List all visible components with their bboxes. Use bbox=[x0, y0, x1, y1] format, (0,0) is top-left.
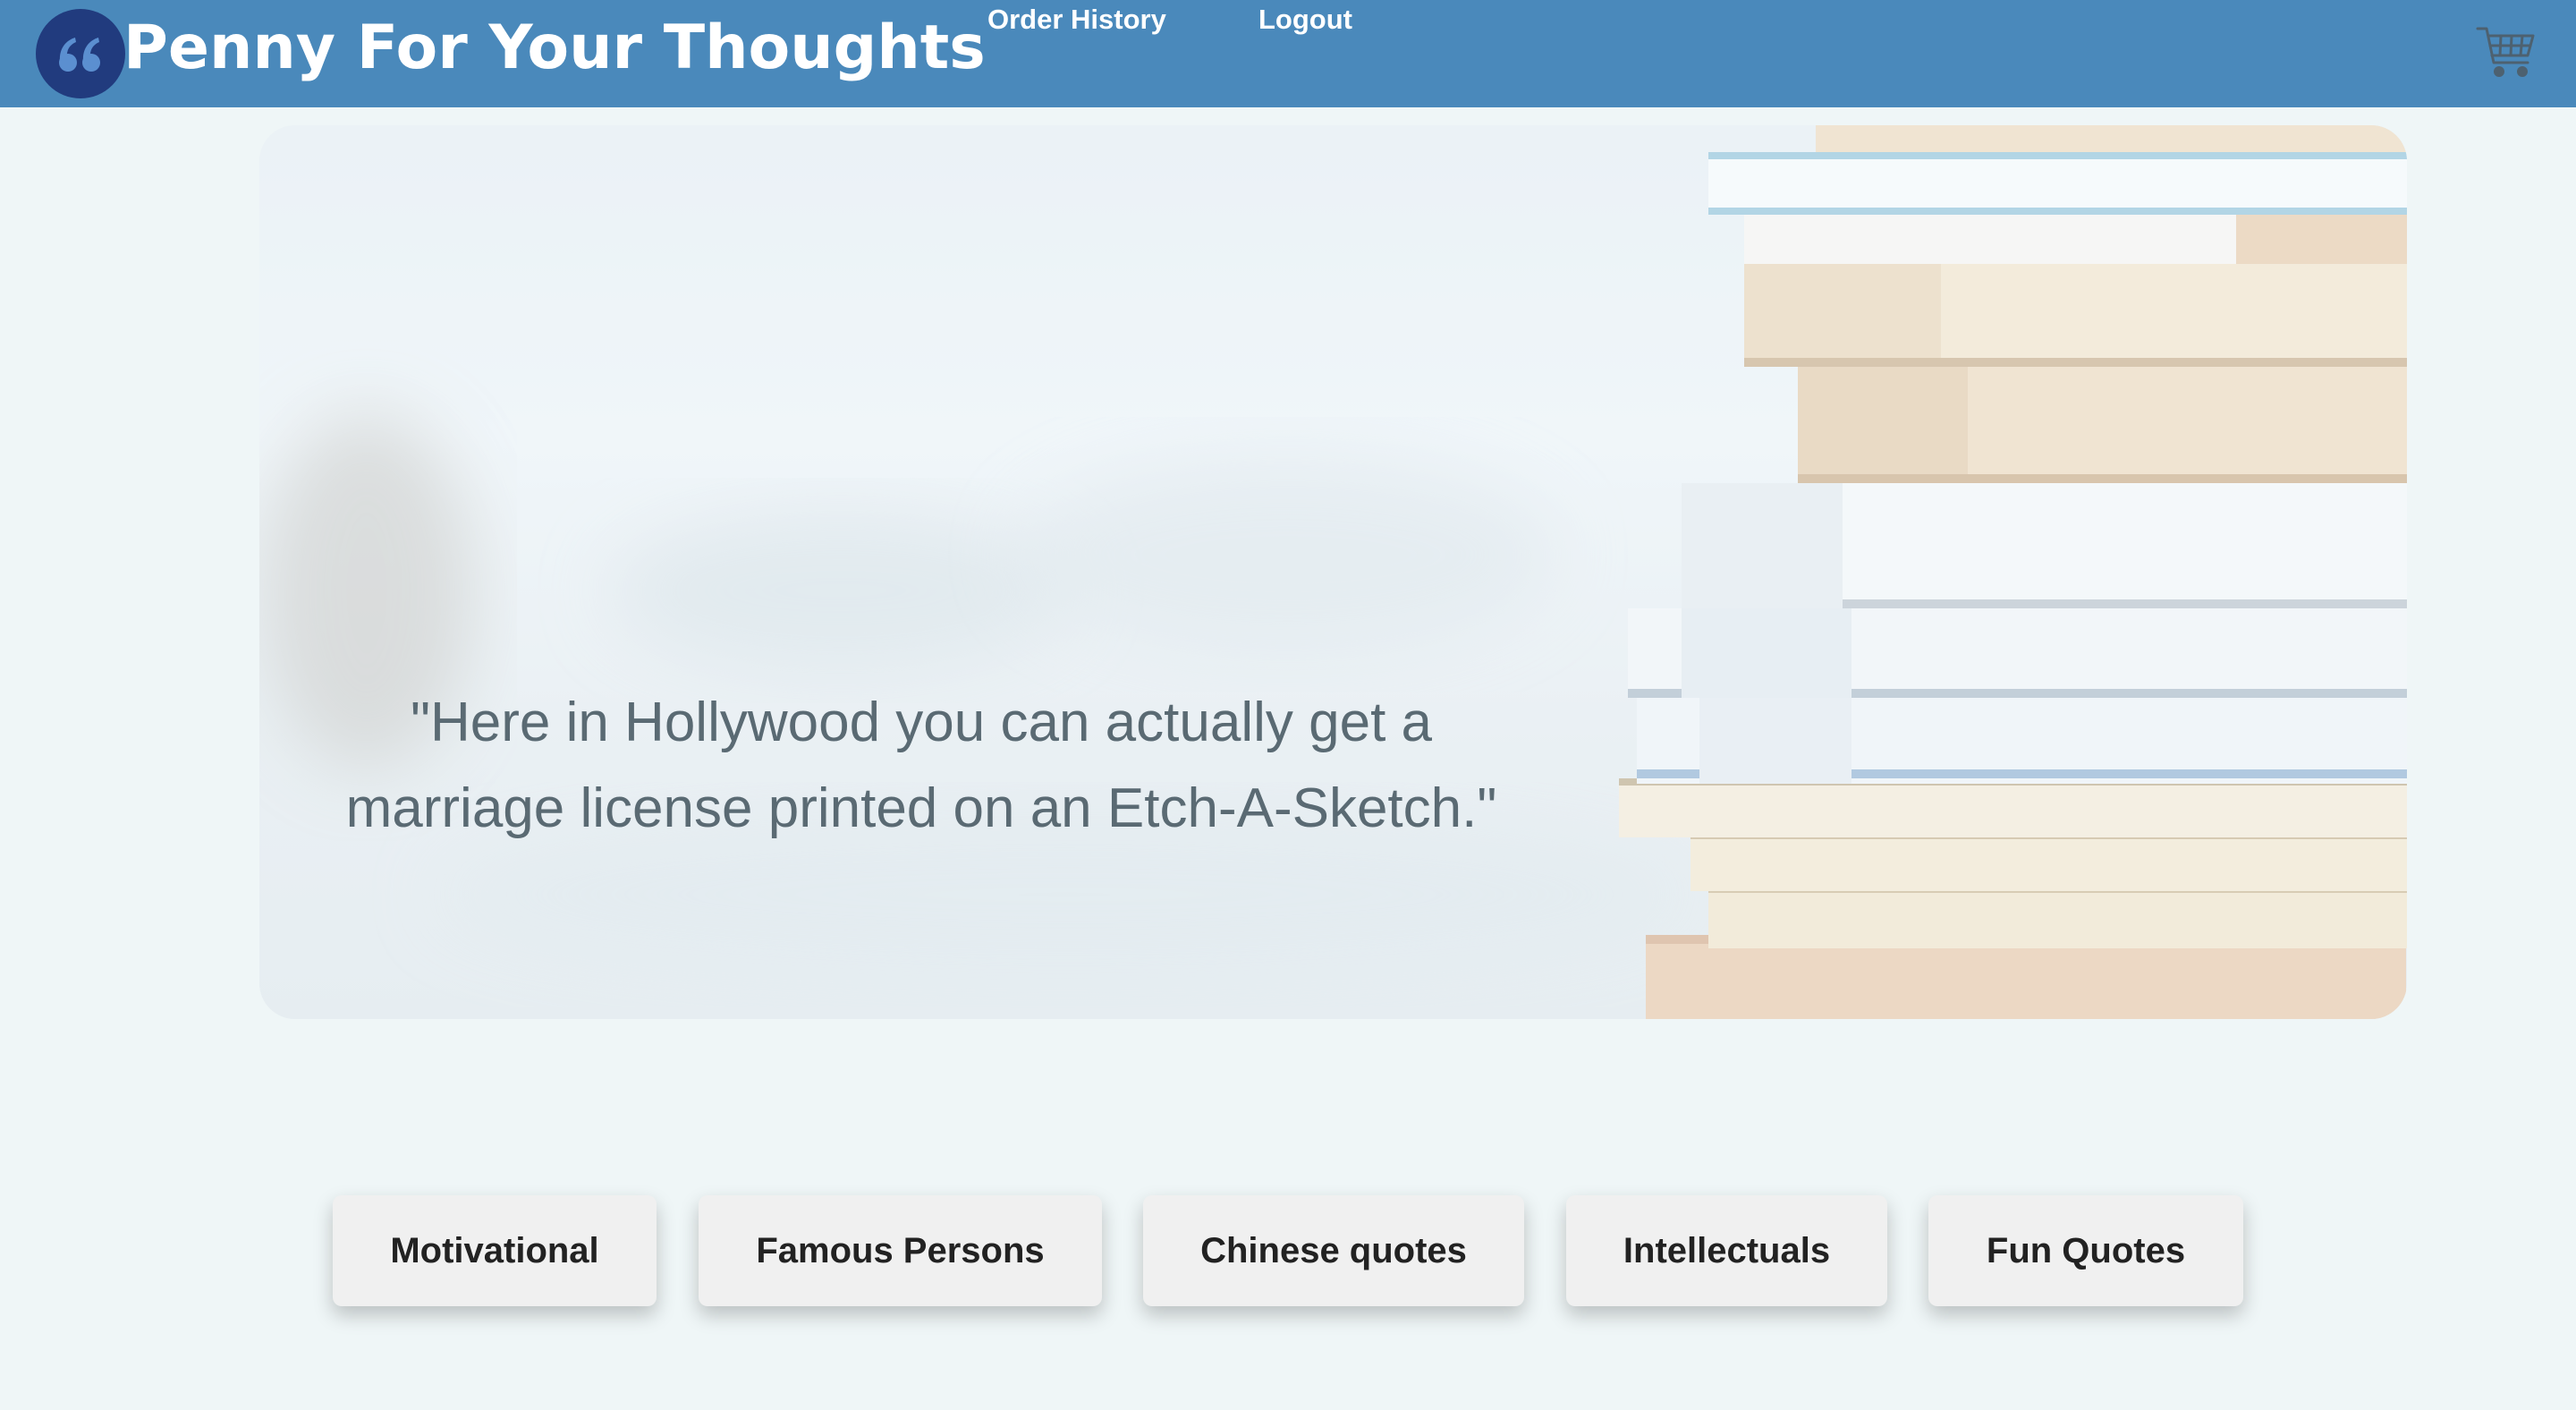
order-history-link[interactable]: Order History bbox=[987, 0, 1166, 39]
hero-banner: "Here in Hollywood you can actually get … bbox=[259, 125, 2407, 1019]
book-stack-image bbox=[259, 125, 2407, 1019]
shopping-cart-icon[interactable] bbox=[2474, 23, 2538, 84]
category-button-famous-persons[interactable]: Famous Persons bbox=[699, 1195, 1102, 1306]
category-button-intellectuals[interactable]: Intellectuals bbox=[1566, 1195, 1887, 1306]
category-button-chinese-quotes[interactable]: Chinese quotes bbox=[1143, 1195, 1524, 1306]
featured-quote: "Here in Hollywood you can actually get … bbox=[345, 692, 1497, 839]
navbar: Penny For Your Thoughts Order History Lo… bbox=[0, 0, 2576, 107]
category-button-fun-quotes[interactable]: Fun Quotes bbox=[1928, 1195, 2243, 1306]
logout-link[interactable]: Logout bbox=[1258, 0, 1352, 39]
category-button-motivational[interactable]: Motivational bbox=[333, 1195, 657, 1306]
site-title[interactable]: Penny For Your Thoughts bbox=[123, 4, 986, 93]
quote-logo-icon[interactable] bbox=[36, 9, 125, 98]
